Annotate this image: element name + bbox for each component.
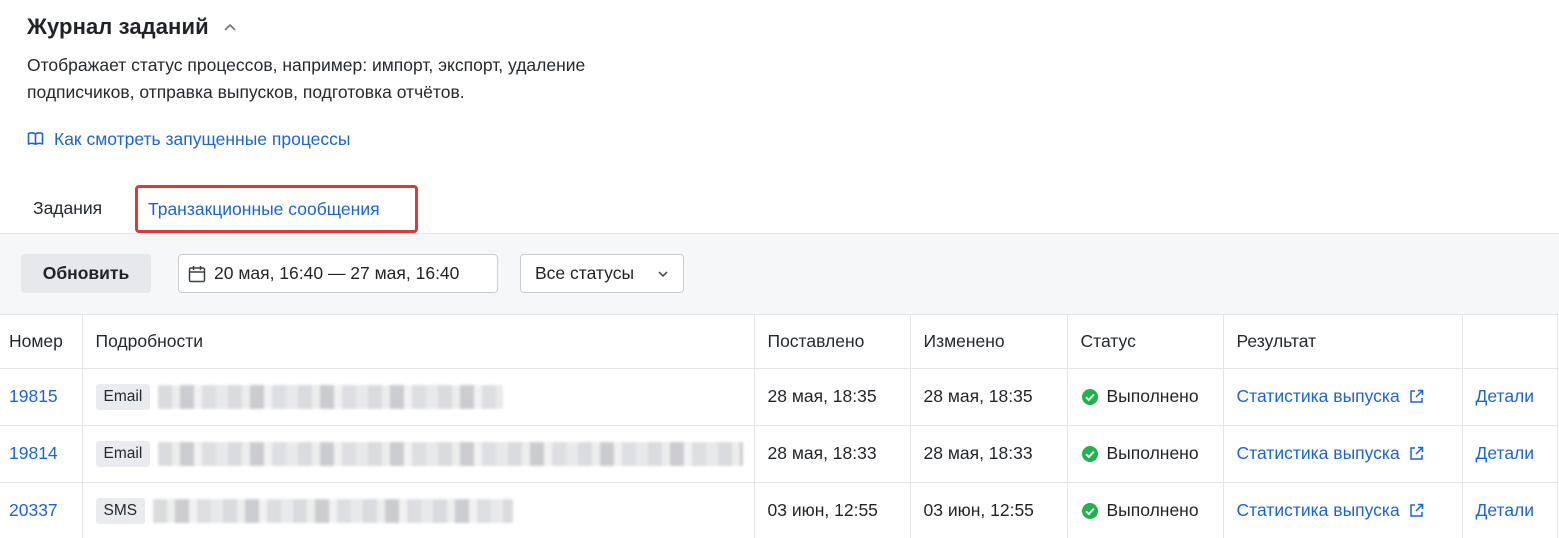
channel-badge: Email <box>95 440 151 467</box>
placed-cell: 28 мая, 18:33 <box>754 425 911 483</box>
check-circle-icon <box>1081 445 1099 463</box>
redacted-details <box>153 498 514 523</box>
result-link[interactable]: Статистика выпуска <box>1237 500 1424 521</box>
job-number-link[interactable]: 20337 <box>9 500 58 520</box>
channel-badge: Email <box>95 383 151 410</box>
result-link[interactable]: Статистика выпуска <box>1237 443 1424 464</box>
chevron-up-icon[interactable] <box>223 20 237 34</box>
page-title: Журнал заданий <box>27 14 209 39</box>
table-row: 20337 SMS 03 июн, 12:55 03 июн, 12:55 Вы… <box>0 482 1558 538</box>
book-icon <box>27 131 45 147</box>
toolbar: Обновить 20 мая, 16:40 — 27 мая, 16:40 В… <box>0 234 1559 315</box>
status-filter-select[interactable]: Все статусы <box>520 254 684 293</box>
column-header-placed[interactable]: Поставлено <box>754 315 911 369</box>
details-cell: Email <box>95 369 754 425</box>
column-header-status[interactable]: Статус <box>1067 315 1224 369</box>
external-link-icon <box>1409 503 1424 518</box>
details-link[interactable]: Детали <box>1476 443 1535 463</box>
status-text: Выполнено <box>1106 500 1199 520</box>
details-link[interactable]: Детали <box>1476 386 1535 406</box>
status-cell: Выполнено <box>1081 386 1223 407</box>
status-text: Выполнено <box>1106 443 1199 463</box>
jobs-table: Номер Подробности Поставлено Изменено Ст… <box>0 315 1558 538</box>
channel-badge: SMS <box>95 497 146 524</box>
details-cell: Email <box>95 426 754 482</box>
redacted-details <box>158 384 504 409</box>
status-filter-value: Все статусы <box>535 263 635 283</box>
chevron-down-icon <box>657 268 669 280</box>
job-number-link[interactable]: 19815 <box>9 386 58 406</box>
check-circle-icon <box>1081 388 1099 406</box>
status-text: Выполнено <box>1106 386 1199 406</box>
refresh-button[interactable]: Обновить <box>21 254 151 293</box>
changed-cell: 28 мая, 18:33 <box>910 425 1068 483</box>
result-link-label: Статистика выпуска <box>1236 500 1400 520</box>
calendar-icon <box>188 265 206 283</box>
column-header-number[interactable]: Номер <box>0 315 83 369</box>
details-cell: SMS <box>95 483 754 538</box>
table-header-row: Номер Подробности Поставлено Изменено Ст… <box>0 315 1558 369</box>
title-row: Журнал заданий <box>27 12 237 42</box>
result-link[interactable]: Статистика выпуска <box>1237 386 1424 407</box>
column-header-result[interactable]: Результат <box>1223 315 1463 369</box>
date-range-value: 20 мая, 16:40 — 27 мая, 16:40 <box>214 263 460 283</box>
page-description: Отображает статус процессов, например: и… <box>27 52 747 106</box>
date-range-picker[interactable]: 20 мая, 16:40 — 27 мая, 16:40 <box>178 254 498 293</box>
result-link-label: Статистика выпуска <box>1236 386 1400 406</box>
external-link-icon <box>1409 446 1424 461</box>
help-link-label: Как смотреть запущенные процессы <box>54 128 351 149</box>
placed-cell: 28 мая, 18:35 <box>754 368 911 426</box>
changed-cell: 28 мая, 18:35 <box>910 368 1068 426</box>
description-line: Отображает статус процессов, например: и… <box>27 55 586 75</box>
help-link[interactable]: Как смотреть запущенные процессы <box>27 126 350 152</box>
tab-tasks[interactable]: Задания <box>33 184 102 233</box>
description-line: подписчиков, отправка выпусков, подготов… <box>27 82 465 102</box>
column-header-changed[interactable]: Изменено <box>910 315 1068 369</box>
table-row: 19815 Email 28 мая, 18:35 28 мая, 18:35 … <box>0 368 1558 426</box>
job-number-link[interactable]: 19814 <box>9 443 58 463</box>
details-link[interactable]: Детали <box>1476 500 1535 520</box>
redacted-details <box>158 441 744 466</box>
check-circle-icon <box>1081 502 1099 520</box>
external-link-icon <box>1409 389 1424 404</box>
status-cell: Выполнено <box>1081 443 1223 464</box>
column-header-details[interactable]: Подробности <box>82 315 755 369</box>
tab-bar: Задания Транзакционные сообщения <box>0 184 1559 234</box>
changed-cell: 03 июн, 12:55 <box>910 482 1068 538</box>
status-cell: Выполнено <box>1081 500 1223 521</box>
tab-transactional-messages[interactable]: Транзакционные сообщения <box>135 185 418 233</box>
placed-cell: 03 июн, 12:55 <box>754 482 911 538</box>
result-link-label: Статистика выпуска <box>1236 443 1400 463</box>
table-row: 19814 Email 28 мая, 18:33 28 мая, 18:33 … <box>0 425 1558 483</box>
column-header-actions <box>1462 315 1558 369</box>
